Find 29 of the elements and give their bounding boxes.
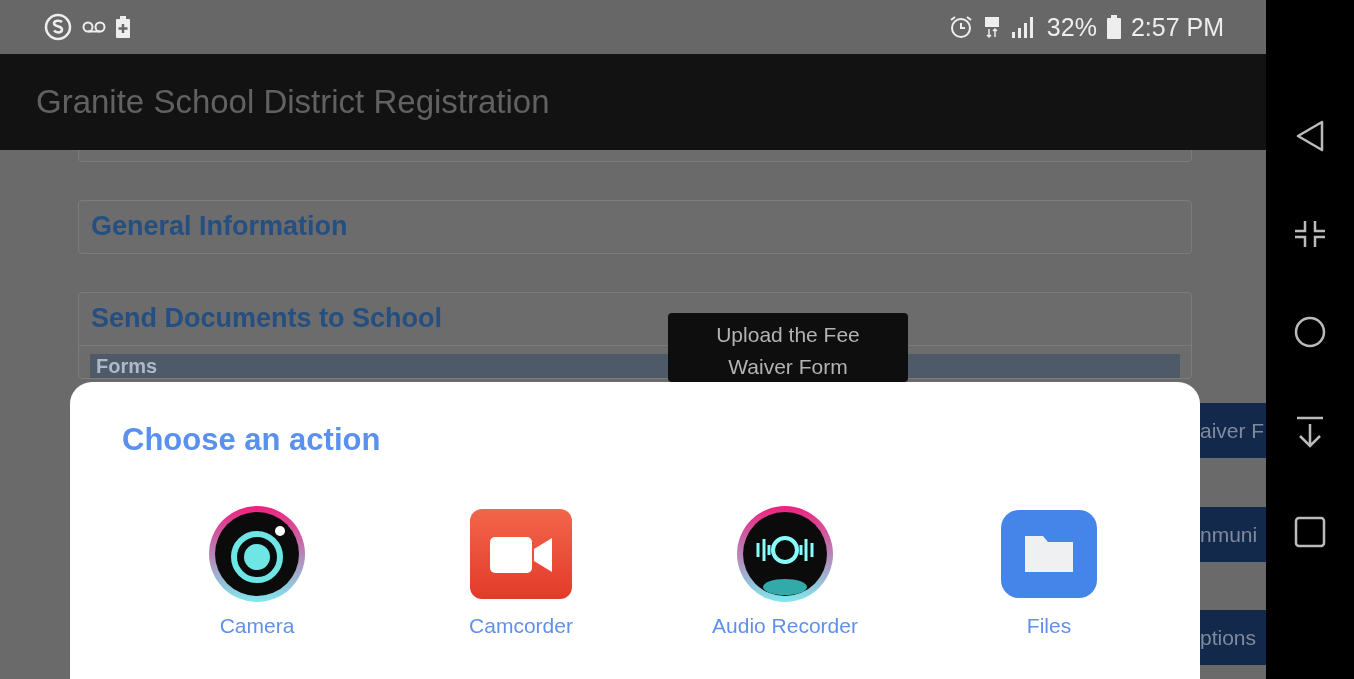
form-button[interactable]: nmuni (1200, 507, 1266, 562)
tooltip: Upload the Fee Waiver Form (668, 313, 908, 382)
app-title: Granite School District Registration (36, 83, 550, 121)
folder-icon (1001, 510, 1097, 598)
app-choice[interactable]: Audio Recorder (670, 508, 900, 638)
form-button[interactable]: aiver F (1200, 403, 1266, 458)
battery-icon (1106, 15, 1121, 39)
collapse-icon[interactable] (1294, 220, 1326, 248)
sound-wave-icon (736, 505, 834, 603)
form-button[interactable]: ptions (1200, 610, 1266, 665)
network-icon (982, 15, 1001, 39)
download-icon[interactable] (1295, 416, 1325, 448)
voicemail-icon (82, 20, 106, 34)
section-heading: General Information (90, 210, 349, 243)
app-choice[interactable]: Camcorder (406, 508, 636, 638)
skype-icon (44, 13, 72, 41)
app-choice[interactable]: Camera (142, 508, 372, 638)
battery-level: 32% (1046, 12, 1097, 42)
battery-charging-icon (116, 16, 130, 38)
dialog-title: Choose an action (122, 422, 381, 458)
alarm-icon (948, 15, 973, 39)
home-icon[interactable] (1294, 316, 1326, 348)
app-choice[interactable]: Files (934, 508, 1164, 638)
clock-time: 2:57 PM (1130, 12, 1224, 42)
video-camera-icon (470, 509, 572, 599)
back-icon[interactable] (1295, 120, 1325, 152)
recents-icon[interactable] (1294, 516, 1326, 548)
section-heading: Send Documents to School (90, 302, 444, 335)
camera-icon (208, 505, 306, 603)
